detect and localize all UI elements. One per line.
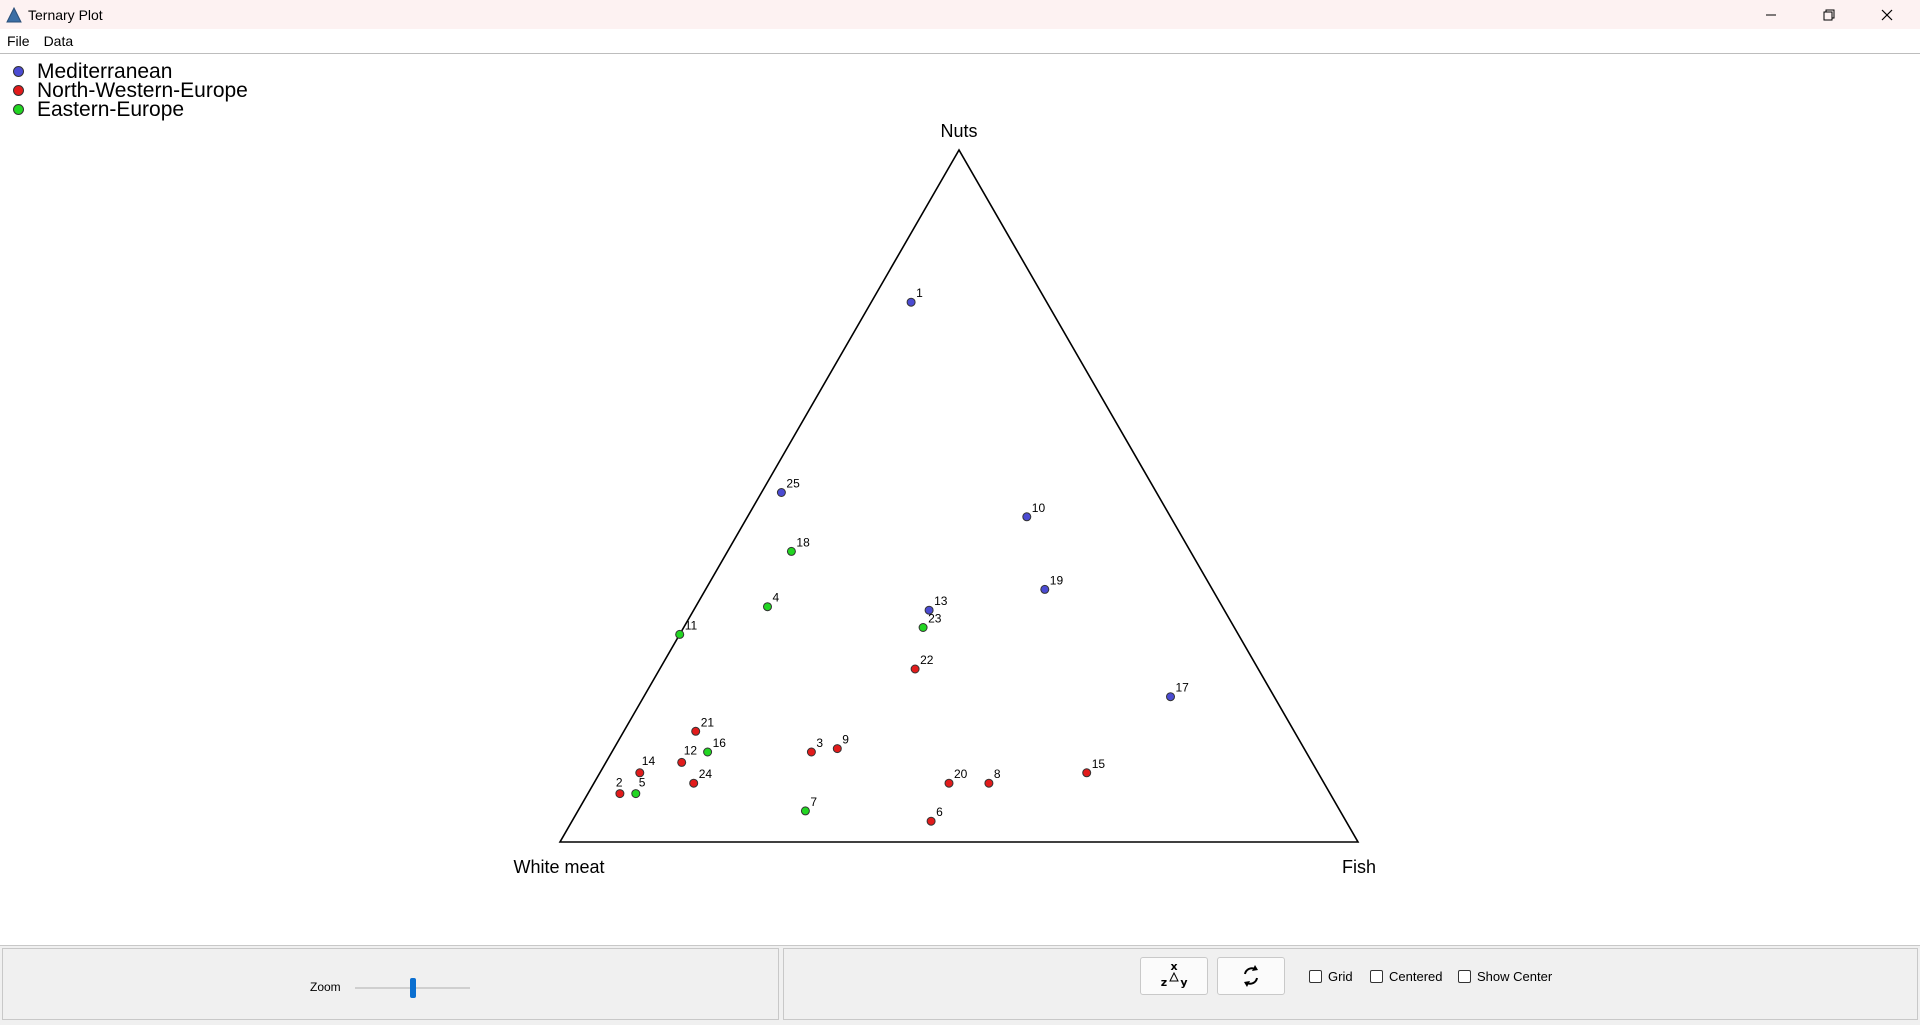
vertex-label-fish: Fish xyxy=(1342,857,1376,877)
data-point-11[interactable] xyxy=(675,629,685,639)
point-label-25: 25 xyxy=(786,477,800,491)
data-point-12[interactable] xyxy=(677,757,687,767)
data-point-18[interactable] xyxy=(786,546,796,556)
point-label-13: 13 xyxy=(934,594,948,608)
ternary-triangle xyxy=(558,148,1360,843)
point-label-24: 24 xyxy=(699,767,713,781)
data-point-9[interactable] xyxy=(832,744,842,754)
vertex-label-white-meat: White meat xyxy=(513,857,604,877)
title-bar: Ternary Plot xyxy=(0,0,1920,29)
point-label-11: 11 xyxy=(685,618,698,632)
legend-marker xyxy=(13,85,24,96)
swap-axes-button[interactable]: x z y xyxy=(1140,957,1208,995)
point-label-7: 7 xyxy=(810,795,817,809)
point-label-17: 17 xyxy=(1176,681,1190,695)
svg-text:z: z xyxy=(1161,976,1167,989)
point-label-21: 21 xyxy=(701,715,715,729)
plot-area: Nuts White meat Fish 1 2 3 4 5 6 7 8 9 10 11 12 13 14… xyxy=(0,54,1920,945)
legend-marker xyxy=(13,104,24,115)
minimize-icon xyxy=(1766,14,1776,15)
menu-bar: File Data xyxy=(0,29,1920,54)
data-point-2[interactable] xyxy=(615,789,625,799)
checkbox-box[interactable] xyxy=(1309,970,1322,983)
centered-label: Centered xyxy=(1389,969,1443,984)
data-point-10[interactable] xyxy=(1022,512,1032,522)
bottom-panel: Zoom x z y Grid Centered Show Center xyxy=(0,945,1920,1025)
data-point-19[interactable] xyxy=(1040,584,1050,594)
legend-label: Eastern-Europe xyxy=(37,98,185,121)
point-label-18: 18 xyxy=(796,535,810,549)
menu-data[interactable]: Data xyxy=(37,29,81,53)
legend-item-eastern-europe: Eastern-Europe xyxy=(10,98,248,121)
zoom-panel: Zoom xyxy=(2,948,779,1020)
data-point-3[interactable] xyxy=(806,747,816,757)
show-center-label: Show Center xyxy=(1477,969,1553,984)
data-point-21[interactable] xyxy=(691,726,701,736)
data-point-24[interactable] xyxy=(689,778,699,788)
window-title: Ternary Plot xyxy=(28,6,103,23)
point-label-23: 23 xyxy=(928,612,942,626)
point-label-1: 1 xyxy=(916,286,923,300)
point-label-15: 15 xyxy=(1092,757,1106,771)
vertex-label-nuts: Nuts xyxy=(940,121,977,141)
point-label-2: 2 xyxy=(616,776,623,790)
minimize-button[interactable] xyxy=(1742,0,1800,29)
svg-text:x: x xyxy=(1170,961,1177,973)
point-label-9: 9 xyxy=(842,733,849,747)
point-label-20: 20 xyxy=(954,767,968,781)
zoom-label: Zoom xyxy=(310,980,341,994)
svg-text:y: y xyxy=(1180,976,1187,989)
data-point-5[interactable] xyxy=(631,789,641,799)
data-point-8[interactable] xyxy=(984,778,994,788)
grid-label: Grid xyxy=(1328,969,1353,984)
ternary-plot[interactable]: Nuts White meat Fish 1234567891011121314… xyxy=(0,54,1920,945)
data-point-14[interactable] xyxy=(635,768,645,778)
point-label-16: 16 xyxy=(713,736,727,750)
point-label-14: 14 xyxy=(642,754,656,768)
close-button[interactable] xyxy=(1858,0,1916,29)
point-label-19: 19 xyxy=(1050,573,1064,587)
point-label-3: 3 xyxy=(816,736,823,750)
data-point-1[interactable] xyxy=(906,297,916,307)
point-label-8: 8 xyxy=(994,767,1001,781)
show-center-checkbox[interactable]: Show Center xyxy=(1458,969,1552,984)
data-point-23[interactable] xyxy=(918,623,928,632)
point-label-12: 12 xyxy=(684,743,698,757)
menu-file[interactable]: File xyxy=(0,29,37,53)
restore-button[interactable] xyxy=(1800,0,1858,29)
data-point-16[interactable] xyxy=(703,747,713,757)
data-point-17[interactable] xyxy=(1166,692,1175,702)
data-point-25[interactable] xyxy=(776,488,786,497)
triangle-icon xyxy=(6,6,22,22)
legend-marker xyxy=(13,66,24,77)
checkbox-box[interactable] xyxy=(1458,970,1471,983)
close-icon xyxy=(1881,9,1893,20)
restore-icon xyxy=(1823,9,1835,20)
legend: Mediterranean North-Western-Europe Easte… xyxy=(10,61,248,121)
data-point-6[interactable] xyxy=(926,816,936,826)
grid-checkbox[interactable]: Grid xyxy=(1309,969,1353,984)
data-point-22[interactable] xyxy=(910,664,920,674)
data-point-4[interactable] xyxy=(763,602,772,612)
data-point-7[interactable] xyxy=(800,806,810,816)
data-points: 1234567891011121314 151617181920212223242… xyxy=(615,286,1190,826)
swap-axes-icon: x z y xyxy=(1161,961,1188,989)
point-label-6: 6 xyxy=(936,805,943,819)
controls-panel: x z y Grid Centered Show Center xyxy=(783,948,1918,1020)
data-point-20[interactable] xyxy=(944,778,954,788)
point-label-10: 10 xyxy=(1032,501,1046,515)
checkbox-box[interactable] xyxy=(1370,970,1383,983)
rotate-button[interactable] xyxy=(1217,957,1285,995)
point-label-4: 4 xyxy=(773,591,780,605)
data-point-15[interactable] xyxy=(1082,768,1092,778)
point-label-22: 22 xyxy=(920,653,934,667)
centered-checkbox[interactable]: Centered xyxy=(1370,969,1442,984)
zoom-slider-thumb[interactable] xyxy=(409,978,416,998)
point-label-5: 5 xyxy=(639,776,646,790)
rotate-icon xyxy=(1244,965,1258,987)
